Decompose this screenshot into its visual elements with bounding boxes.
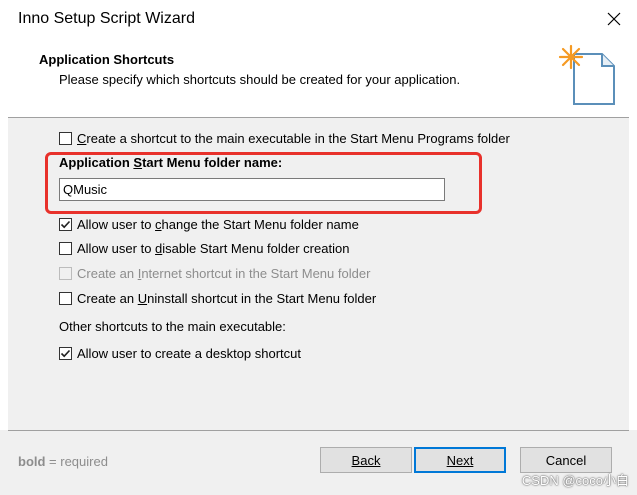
- disable-folder-checkbox[interactable]: [59, 242, 72, 255]
- page-subtitle: Please specify which shortcuts should be…: [59, 72, 461, 87]
- folder-name-label: Application Start Menu folder name:: [59, 155, 283, 170]
- start-menu-shortcut-checkbox[interactable]: [59, 132, 72, 145]
- close-icon: [607, 12, 621, 26]
- page-header: Application Shortcuts Please specify whi…: [0, 40, 637, 118]
- disable-folder-option[interactable]: Allow user to disable Start Menu folder …: [59, 241, 349, 256]
- next-button[interactable]: Next: [414, 447, 506, 473]
- watermark: CSDN @coco小白: [521, 473, 629, 488]
- window-title: Inno Setup Script Wizard: [18, 10, 195, 27]
- desktop-shortcut-checkbox[interactable]: [59, 347, 72, 360]
- change-folder-option[interactable]: Allow user to change the Start Menu fold…: [59, 217, 359, 232]
- disable-folder-label: Allow user to disable Start Menu folder …: [77, 241, 350, 256]
- internet-shortcut-option: Create an Internet shortcut in the Start…: [59, 266, 370, 281]
- required-hint: bold = required: [18, 454, 108, 469]
- uninstall-shortcut-option[interactable]: Create an Uninstall shortcut in the Star…: [59, 291, 376, 306]
- uninstall-shortcut-label: Create an Uninstall shortcut in the Star…: [77, 291, 377, 306]
- wizard-window: Inno Setup Script Wizard Application Sho…: [0, 0, 637, 495]
- back-button[interactable]: Back: [320, 447, 412, 473]
- desktop-shortcut-option[interactable]: Allow user to create a desktop shortcut: [59, 346, 301, 361]
- desktop-shortcut-label: Allow user to create a desktop shortcut: [77, 346, 302, 361]
- other-shortcuts-label: Other shortcuts to the main executable:: [59, 319, 286, 334]
- folder-name-input[interactable]: [59, 178, 445, 201]
- start-menu-shortcut-label: Create a shortcut to the main executable…: [77, 131, 510, 146]
- footer-separator: [8, 430, 629, 431]
- checkmark-icon: [60, 220, 71, 229]
- internet-shortcut-checkbox: [59, 267, 72, 280]
- close-button[interactable]: [591, 0, 637, 38]
- change-folder-checkbox[interactable]: [59, 218, 72, 231]
- internet-shortcut-label: Create an Internet shortcut in the Start…: [77, 266, 371, 281]
- title-bar: Inno Setup Script Wizard: [0, 0, 637, 40]
- wizard-document-sparkle-icon: [558, 44, 615, 105]
- uninstall-shortcut-checkbox[interactable]: [59, 292, 72, 305]
- checkmark-icon: [60, 349, 71, 358]
- page-title: Application Shortcuts: [39, 52, 175, 67]
- start-menu-shortcut-option[interactable]: Create a shortcut to the main executable…: [59, 131, 510, 146]
- change-folder-label: Allow user to change the Start Menu fold…: [77, 217, 359, 232]
